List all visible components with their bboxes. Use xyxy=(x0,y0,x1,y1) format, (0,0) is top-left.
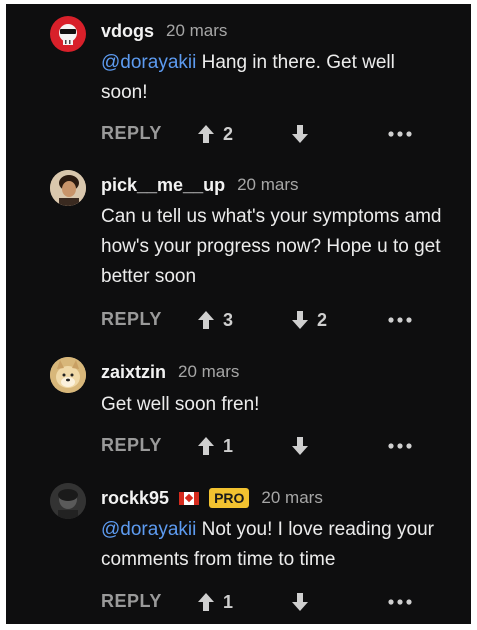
downvote-arrow-icon xyxy=(292,311,308,329)
downvote-arrow-icon xyxy=(292,593,308,611)
comment-meta: vdogs 20 mars xyxy=(101,18,227,44)
upvote-button[interactable]: 1 xyxy=(197,589,233,615)
mention-link[interactable]: @dorayakii xyxy=(101,519,196,540)
upvote-button[interactable]: 3 xyxy=(197,307,233,333)
pro-badge: PRO xyxy=(209,488,250,508)
comment-body: Can u tell us what's your symptoms amd h… xyxy=(101,202,446,292)
timestamp: 20 mars xyxy=(178,362,240,381)
doge-avatar-icon[interactable] xyxy=(50,357,86,393)
reply-button[interactable]: REPLY xyxy=(101,435,162,456)
upvote-count: 3 xyxy=(223,309,234,330)
comment-body: @dorayakii Hang in there. Get well soon! xyxy=(101,48,446,108)
mention-link[interactable]: @dorayakii xyxy=(101,52,196,73)
reply-button[interactable]: REPLY xyxy=(101,309,162,330)
username[interactable]: vdogs xyxy=(101,21,154,42)
upvote-arrow-icon xyxy=(198,311,214,329)
comment-meta: pick__me__up 20 mars xyxy=(101,172,299,198)
comment-actions: REPLY 3 2 xyxy=(101,305,431,335)
comment-text: Can u tell us what's your symptoms amd h… xyxy=(101,206,442,287)
comment-actions: REPLY 1 xyxy=(101,587,431,617)
upvote-arrow-icon xyxy=(198,437,214,455)
comment-meta: rockk95 PRO 20 mars xyxy=(101,485,323,511)
upvote-count: 2 xyxy=(223,123,234,144)
comment-body: Get well soon fren! xyxy=(101,390,446,420)
more-options-icon[interactable] xyxy=(387,127,413,141)
more-options-icon[interactable] xyxy=(387,439,413,453)
upvote-button[interactable]: 2 xyxy=(197,121,233,147)
comment-actions: REPLY 2 xyxy=(101,119,431,149)
comment-text: Get well soon fren! xyxy=(101,394,260,415)
timestamp: 20 mars xyxy=(237,175,299,194)
downvote-button[interactable]: 2 xyxy=(291,307,327,333)
username[interactable]: pick__me__up xyxy=(101,175,225,196)
downvote-count: 2 xyxy=(317,309,328,330)
upvote-button[interactable]: 1 xyxy=(197,433,233,459)
downvote-button[interactable] xyxy=(291,433,317,459)
downvote-button[interactable] xyxy=(291,589,317,615)
downvote-button[interactable] xyxy=(291,121,317,147)
upvote-count: 1 xyxy=(223,435,234,456)
upvote-count: 1 xyxy=(223,591,234,612)
downvote-arrow-icon xyxy=(292,125,308,143)
canada-flag-icon xyxy=(179,491,200,505)
upvote-arrow-icon xyxy=(198,593,214,611)
timestamp: 20 mars xyxy=(166,21,228,40)
comment-meta: zaixtzin 20 mars xyxy=(101,359,239,385)
comment-actions: REPLY 1 xyxy=(101,431,431,461)
reply-button[interactable]: REPLY xyxy=(101,591,162,612)
reply-button[interactable]: REPLY xyxy=(101,123,162,144)
downvote-arrow-icon xyxy=(292,437,308,455)
comments-screen: vdogs 20 mars @dorayakii Hang in there. … xyxy=(6,4,471,624)
more-options-icon[interactable] xyxy=(387,313,413,327)
username[interactable]: rockk95 xyxy=(101,488,169,509)
photo-avatar-icon[interactable] xyxy=(50,170,86,206)
dark-photo-avatar-icon[interactable] xyxy=(50,483,86,519)
skull-avatar-icon[interactable] xyxy=(50,16,86,52)
upvote-arrow-icon xyxy=(198,125,214,143)
timestamp: 20 mars xyxy=(261,488,323,507)
username[interactable]: zaixtzin xyxy=(101,362,166,383)
comment-body: @dorayakii Not you! I love reading your … xyxy=(101,515,446,575)
more-options-icon[interactable] xyxy=(387,595,413,609)
